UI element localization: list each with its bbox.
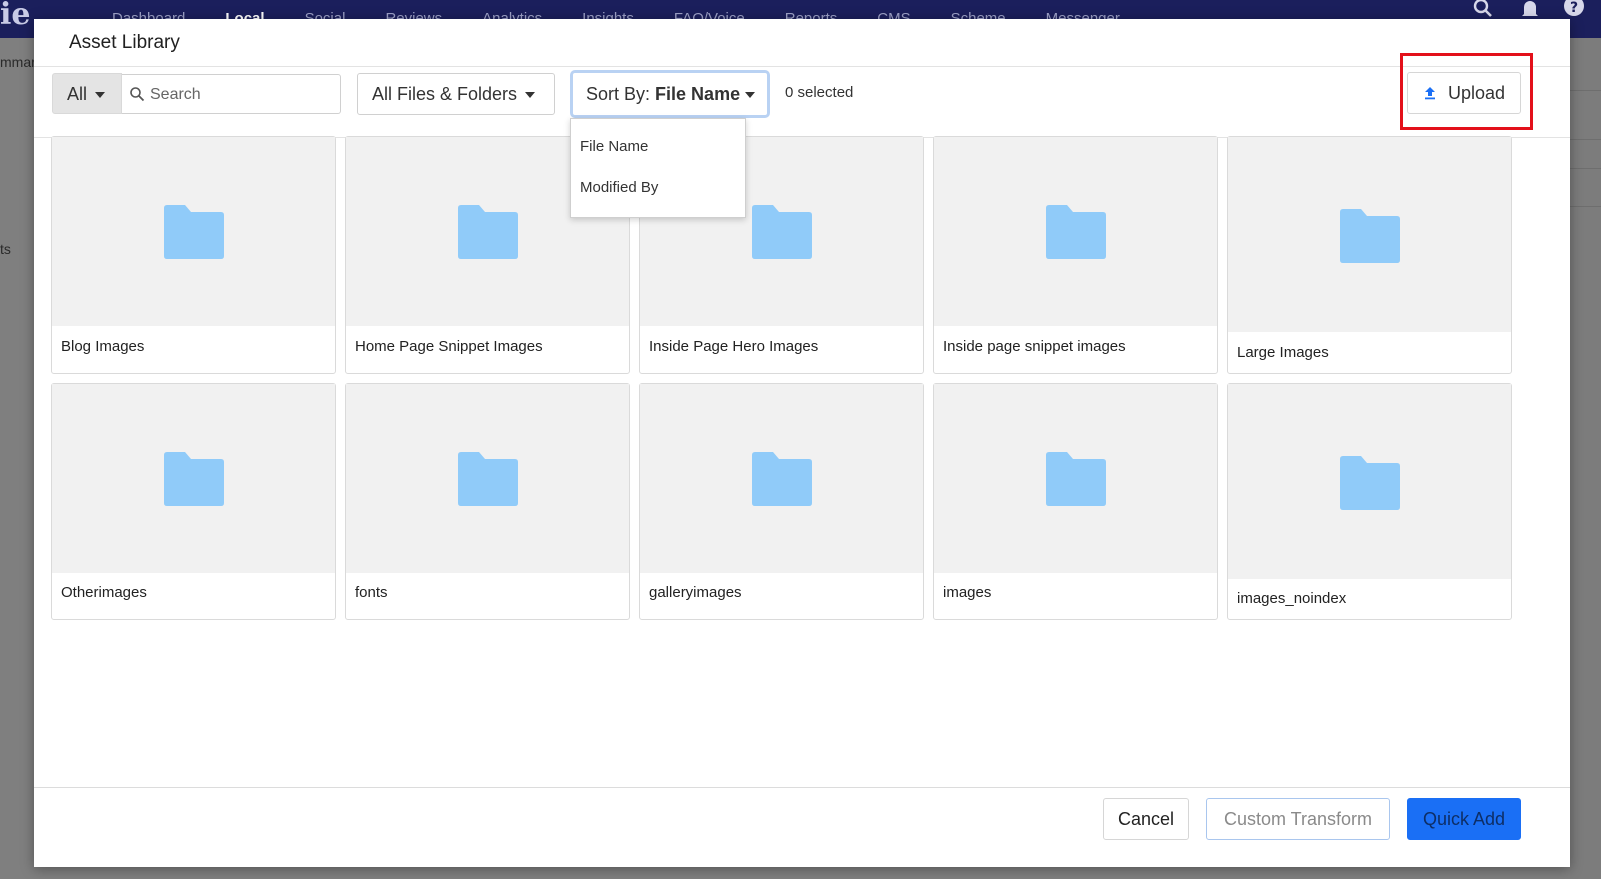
folder-card[interactable]: Inside page snippet images <box>933 136 1218 374</box>
background-right-panel <box>1570 38 1601 879</box>
folder-name: Otherimages <box>61 584 147 601</box>
folder-icon <box>752 452 812 506</box>
sort-option-modified-by[interactable]: Modified By <box>580 179 658 196</box>
selected-count: 0 selected <box>785 84 854 101</box>
sort-options-menu: File Name Modified By <box>570 118 746 218</box>
folder-thumbnail <box>52 137 335 326</box>
files-folders-label: All Files & Folders <box>372 84 518 104</box>
background-left-panel: mmar ts <box>0 38 36 879</box>
background-text-fragment: ts <box>0 241 11 257</box>
folder-name: Home Page Snippet Images <box>355 338 543 355</box>
modal-header: Asset Library <box>34 19 1570 67</box>
cancel-button[interactable]: Cancel <box>1103 798 1189 840</box>
folder-name: fonts <box>355 584 388 601</box>
folder-name: images_noindex <box>1237 590 1347 607</box>
folder-icon <box>752 205 812 259</box>
sort-by-dropdown[interactable]: Sort By: File Name <box>570 70 770 118</box>
quick-add-button[interactable]: Quick Add <box>1407 798 1521 840</box>
brand-logo: ie <box>0 0 31 32</box>
folder-name: Inside Page Hero Images <box>649 338 819 355</box>
folder-name: Large Images <box>1237 344 1329 361</box>
folder-card[interactable]: galleryimages <box>639 383 924 620</box>
sort-by-value: File Name <box>655 84 741 104</box>
modal-footer: Cancel Custom Transform Quick Add <box>34 787 1570 867</box>
search-field[interactable] <box>122 74 341 114</box>
divider <box>1570 139 1601 140</box>
upload-label: Upload <box>1448 83 1506 103</box>
asset-toolbar: All All Files & Folders Sort By: File Na… <box>34 53 1570 138</box>
caret-down-icon <box>745 92 756 99</box>
folder-icon <box>1340 456 1400 510</box>
folder-icon <box>1340 209 1400 263</box>
divider <box>1570 206 1601 207</box>
folder-name: Blog Images <box>61 338 145 355</box>
modal-title: Asset Library <box>69 32 180 53</box>
search-input[interactable] <box>150 83 330 107</box>
folder-icon <box>458 452 518 506</box>
folder-thumbnail <box>346 384 629 573</box>
svg-text:?: ? <box>1570 0 1578 16</box>
folder-name: galleryimages <box>649 584 742 601</box>
folder-name: Inside page snippet images <box>943 338 1126 355</box>
folder-icon <box>1046 452 1106 506</box>
folder-thumbnail <box>934 137 1217 326</box>
upload-icon <box>1425 87 1435 100</box>
upload-button[interactable]: Upload <box>1407 72 1521 114</box>
sort-option-file-name[interactable]: File Name <box>580 138 648 155</box>
type-filter-dropdown[interactable]: All <box>52 73 122 114</box>
folder-thumbnail <box>934 384 1217 573</box>
divider <box>1570 168 1601 169</box>
folder-icon <box>1046 205 1106 259</box>
background-text-fragment: mmar <box>0 54 36 70</box>
asset-library-modal: Asset Library All All Files & Folders So… <box>34 19 1570 867</box>
divider <box>1570 90 1601 91</box>
folder-name: images <box>943 584 992 601</box>
files-folders-dropdown[interactable]: All Files & Folders <box>357 73 555 115</box>
folder-thumbnail <box>1228 384 1511 579</box>
sort-by-label: Sort By: <box>586 84 651 104</box>
folder-card[interactable]: images <box>933 383 1218 620</box>
folder-icon <box>458 205 518 259</box>
folder-thumbnail <box>640 384 923 573</box>
folder-card[interactable]: Otherimages <box>51 383 336 620</box>
caret-down-icon <box>95 92 106 99</box>
folder-card[interactable]: images_noindex <box>1227 383 1512 620</box>
folder-thumbnail <box>1228 137 1511 332</box>
custom-transform-button[interactable]: Custom Transform <box>1206 798 1390 840</box>
folder-thumbnail <box>52 384 335 573</box>
search-icon <box>130 87 145 102</box>
folder-icon <box>164 205 224 259</box>
type-filter-label: All <box>67 84 88 104</box>
folder-card[interactable]: fonts <box>345 383 630 620</box>
folder-icon <box>164 452 224 506</box>
caret-down-icon <box>525 92 536 99</box>
folder-card[interactable]: Blog Images <box>51 136 336 374</box>
folder-card[interactable]: Large Images <box>1227 136 1512 374</box>
